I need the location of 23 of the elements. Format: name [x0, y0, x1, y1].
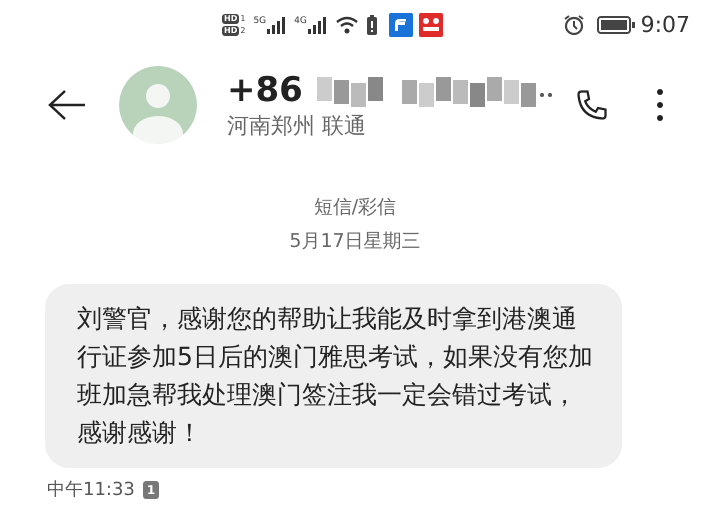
sim-slot-label: 1 — [240, 14, 246, 24]
battery-icon — [596, 16, 635, 34]
app-icon — [388, 13, 413, 37]
message-text: 刘警官，感谢您的帮助让我能及时拿到港澳通行证参加5日后的澳门雅思考试，如果没有您加班加急帮我处理澳门签注我一定会错过考试，感谢感谢！ — [77, 303, 594, 449]
back-arrow-icon — [47, 89, 87, 121]
contact-number: +86 — [227, 69, 303, 112]
sim-slot-label: 2 — [240, 26, 246, 36]
message-time: 中午11:33 — [47, 478, 135, 502]
app-icon — [418, 13, 443, 37]
signal-icon — [306, 16, 327, 34]
channel-label: 短信/彩信 — [314, 195, 396, 220]
hd-badge: HD — [222, 14, 240, 24]
network-label: 4G — [294, 16, 307, 26]
sim-badge: 1 — [142, 480, 160, 498]
clock: 9:07 — [640, 12, 690, 40]
alarm-icon — [562, 14, 585, 36]
battery-alert-icon — [366, 15, 377, 35]
network-label: 5G — [253, 16, 266, 26]
signal-icon — [266, 16, 286, 34]
hd-badge: HD — [222, 26, 240, 36]
location-label: 河南郑州 联通 — [227, 113, 367, 141]
date-label: 5月17日星期三 — [289, 229, 421, 254]
wifi-icon — [334, 16, 359, 34]
